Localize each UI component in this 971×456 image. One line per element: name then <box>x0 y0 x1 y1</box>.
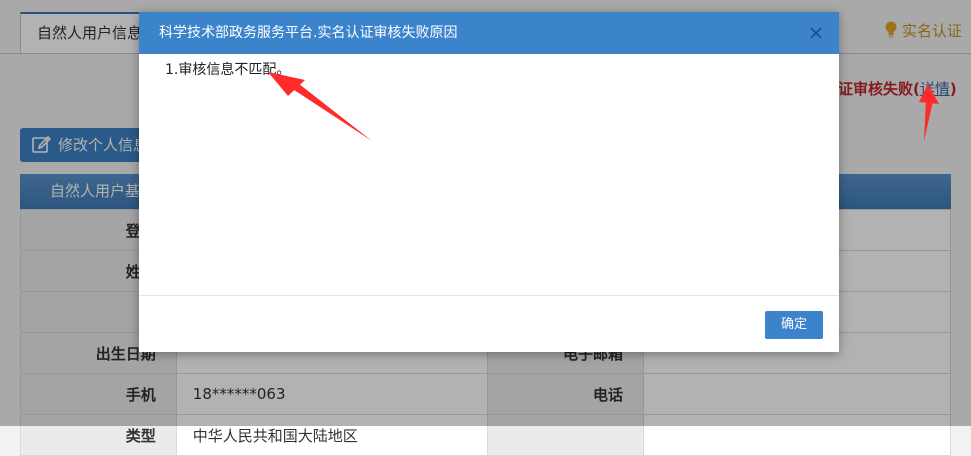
failure-message: 1.审核信息不匹配。 <box>165 62 291 78</box>
failure-reason-dialog: 科学技术部政务服务平台.实名认证审核失败原因 1.审核信息不匹配。 确定 <box>139 12 839 352</box>
dialog-footer: 确定 <box>139 296 839 351</box>
dialog-title: 科学技术部政务服务平台.实名认证审核失败原因 <box>159 25 458 41</box>
dialog-body: 1.审核信息不匹配。 <box>139 54 839 296</box>
close-icon[interactable] <box>807 24 825 42</box>
confirm-button[interactable]: 确定 <box>765 311 823 339</box>
dialog-title-bar: 科学技术部政务服务平台.实名认证审核失败原因 <box>139 12 839 54</box>
